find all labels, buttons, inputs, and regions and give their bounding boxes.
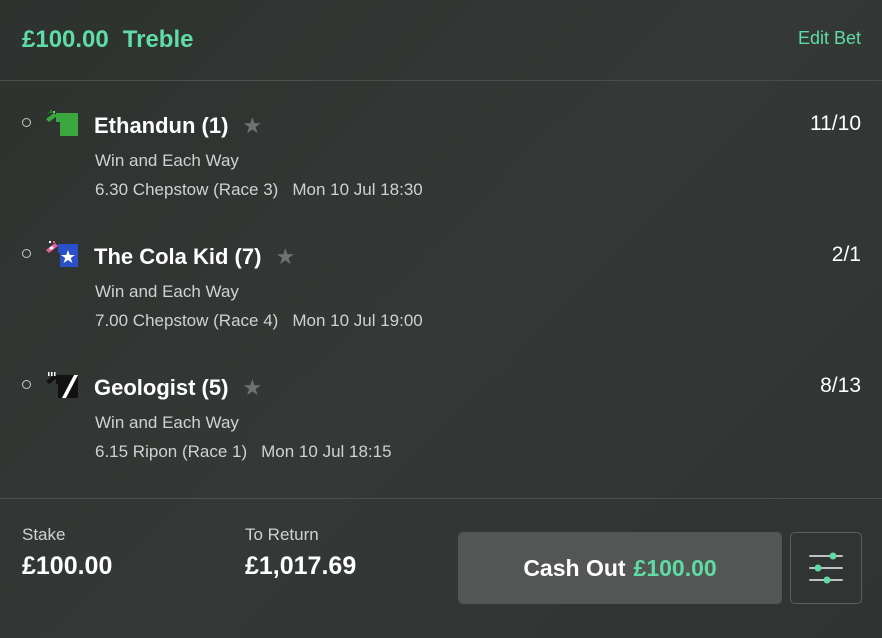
sliders-icon bbox=[809, 552, 843, 584]
selection-status-indicator bbox=[22, 118, 31, 127]
stake-label: Stake bbox=[22, 525, 66, 544]
favourite-star-icon[interactable]: ★ bbox=[242, 375, 262, 401]
odds-value: 8/13 bbox=[820, 374, 861, 397]
stake-value: £100.00 bbox=[22, 552, 113, 580]
bet-stake-amount: £100.00 bbox=[22, 26, 109, 53]
race-info: 6.15 Ripon (Race 1) Mon 10 Jul 18:15 bbox=[95, 442, 392, 462]
market-type: Win and Each Way bbox=[95, 413, 239, 432]
odds-value: 11/10 bbox=[810, 112, 861, 135]
race-info: 7.00 Chepstow (Race 4) Mon 10 Jul 19:00 bbox=[95, 311, 423, 331]
cash-out-label: Cash Out bbox=[523, 555, 626, 581]
selection-item: The Cola Kid (7) ★ 2/1 Win and Each Way 7… bbox=[0, 239, 882, 359]
cash-out-settings-button[interactable] bbox=[790, 532, 862, 604]
bet-title: £100.00 Treble bbox=[22, 26, 193, 54]
odds-value: 2/1 bbox=[831, 243, 861, 266]
favourite-star-icon[interactable]: ★ bbox=[242, 113, 262, 139]
selection-item: Geologist (5) ★ 8/13 Win and Each Way 6.1… bbox=[0, 370, 882, 490]
selection-item: Ethandun (1) ★ 11/10 Win and Each Way 6.3… bbox=[0, 108, 882, 228]
runner-name[interactable]: Geologist (5) ★ bbox=[94, 375, 262, 401]
race-name: 7.00 Chepstow (Race 4) bbox=[95, 311, 279, 330]
runner-name[interactable]: Ethandun (1) ★ bbox=[94, 113, 262, 139]
bet-header: £100.00 Treble Edit Bet bbox=[0, 0, 882, 81]
race-datetime: Mon 10 Jul 18:30 bbox=[292, 180, 423, 199]
silk-green-icon bbox=[46, 110, 78, 136]
edit-bet-link[interactable]: Edit Bet bbox=[798, 28, 861, 49]
favourite-star-icon[interactable]: ★ bbox=[275, 244, 295, 270]
race-datetime: Mon 10 Jul 19:00 bbox=[292, 311, 423, 330]
market-type: Win and Each Way bbox=[95, 282, 239, 301]
bet-type: Treble bbox=[122, 26, 194, 53]
selection-status-indicator bbox=[22, 380, 31, 389]
bet-footer: Stake £100.00 To Return £1,017.69 Cash O… bbox=[0, 498, 882, 638]
race-name: 6.15 Ripon (Race 1) bbox=[95, 442, 248, 461]
cash-out-button[interactable]: Cash Out £100.00 bbox=[458, 532, 782, 604]
runner-name[interactable]: The Cola Kid (7) ★ bbox=[94, 244, 295, 270]
silk-blue-star-icon bbox=[46, 241, 78, 267]
selection-status-indicator bbox=[22, 249, 31, 258]
silk-black-sash-icon bbox=[46, 372, 78, 398]
race-name: 6.30 Chepstow (Race 3) bbox=[95, 180, 279, 199]
return-label: To Return bbox=[245, 525, 319, 544]
race-datetime: Mon 10 Jul 18:15 bbox=[261, 442, 392, 461]
market-type: Win and Each Way bbox=[95, 151, 239, 170]
return-value: £1,017.69 bbox=[245, 552, 357, 580]
cash-out-amount: £100.00 bbox=[633, 555, 717, 581]
race-info: 6.30 Chepstow (Race 3) Mon 10 Jul 18:30 bbox=[95, 180, 423, 200]
